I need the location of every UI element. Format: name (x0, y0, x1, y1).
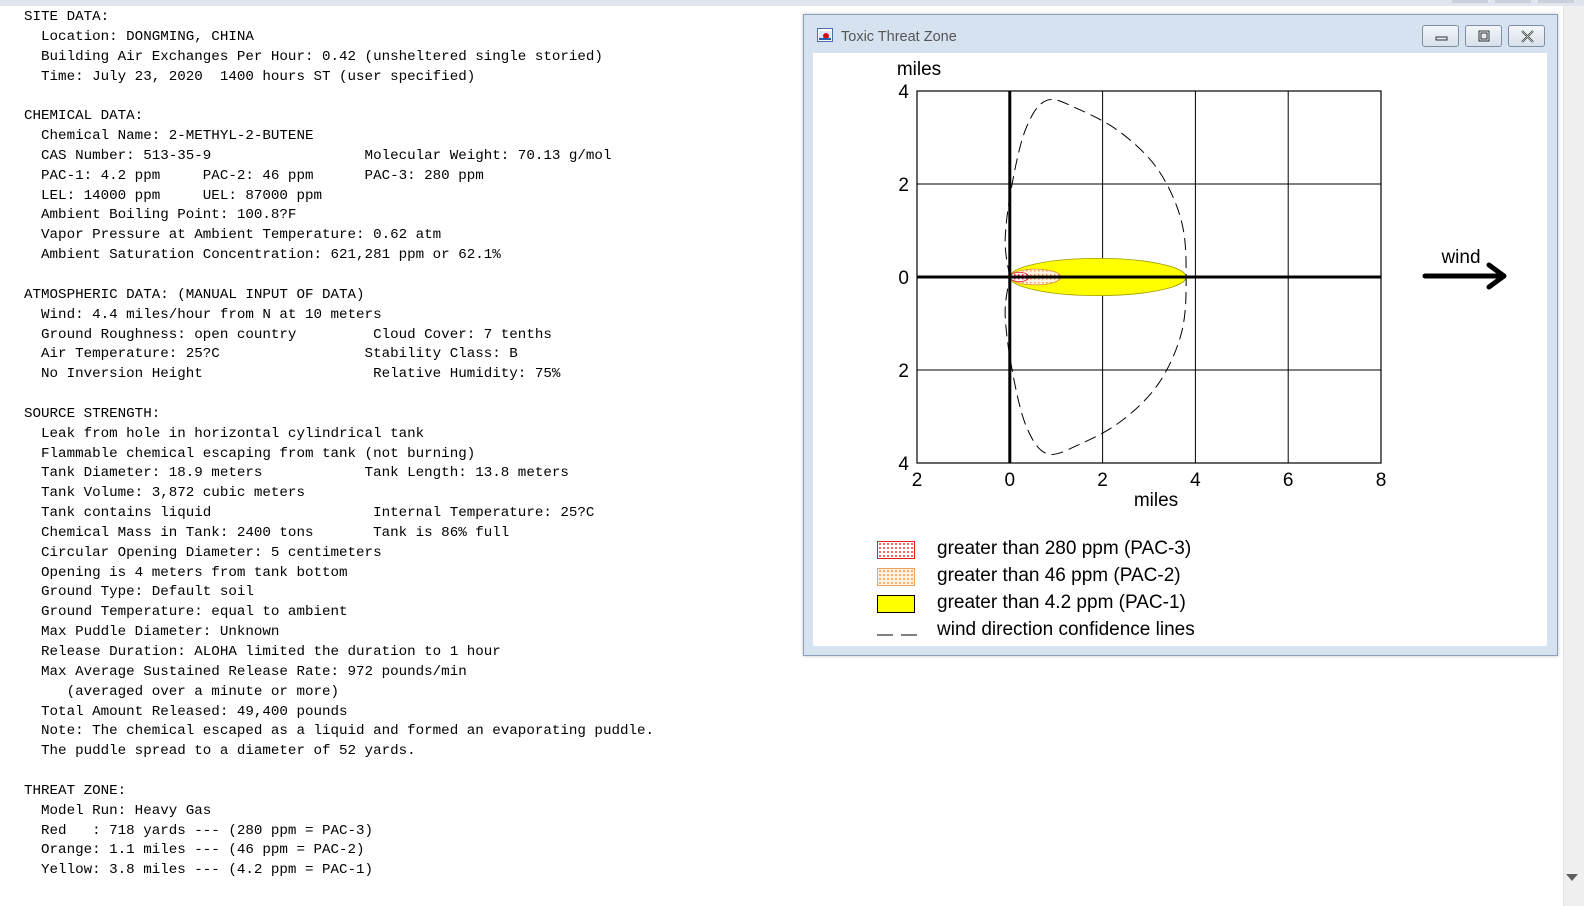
y-axis-unit-label: miles (897, 59, 941, 80)
report-line: Leak from hole in horizontal cylindrical… (24, 425, 425, 442)
x-tick-label: 6 (1283, 470, 1294, 491)
legend-color-swatch (877, 595, 915, 613)
y-tick-label: 0 (898, 268, 909, 289)
legend-dashed-swatch (877, 622, 917, 640)
legend-label: wind direction confidence lines (937, 619, 1195, 640)
report-line: Opening is 4 meters from tank bottom (24, 564, 348, 581)
app-icon (817, 28, 833, 42)
report-line: THREAT ZONE: (24, 782, 127, 799)
legend-label: greater than 46 ppm (PAC-2) (937, 565, 1181, 586)
report-line: Tank Volume: 3,872 cubic meters (24, 485, 305, 502)
legend-color-swatch (877, 541, 915, 559)
report-line: Chemical Name: 2-METHYL-2-BUTENE (24, 128, 314, 145)
minimize-button[interactable] (1422, 25, 1459, 47)
report-line: LEL: 14000 ppm UEL: 87000 ppm (24, 187, 322, 204)
wind-arrow-icon (1422, 262, 1507, 290)
report-line: Model Run: Heavy Gas (24, 802, 212, 819)
y-tick-label: 4 (898, 454, 909, 475)
x-tick-label: 0 (1005, 470, 1016, 491)
vertical-scrollbar[interactable] (1563, 6, 1584, 906)
close-icon (1521, 30, 1534, 43)
toxic-threat-zone-window: Toxic Threat Zone 2 0 2 4 6 8 4 2 0 2 4 miles miles w… (803, 14, 1558, 656)
report-line: Chemical Mass in Tank: 2400 tons Tank is… (24, 524, 510, 541)
top-minimize-button[interactable] (1452, 0, 1488, 3)
report-line: Air Temperature: 25?C Stability Class: B (24, 346, 518, 363)
report-line (24, 385, 654, 405)
report-line: Release Duration: ALOHA limited the dura… (24, 644, 501, 660)
scroll-down-arrow-icon[interactable] (1566, 874, 1578, 881)
top-close-button[interactable] (1538, 0, 1574, 3)
y-tick-label: 2 (898, 361, 909, 382)
restore-icon (1478, 30, 1490, 42)
report-line: SOURCE STRENGTH: (24, 405, 161, 422)
x-axis-unit-label: miles (1134, 490, 1178, 511)
close-button[interactable] (1508, 25, 1545, 47)
report-line: Time: July 23, 2020 1400 hours ST (user … (24, 68, 476, 85)
x-tick-label: 4 (1190, 470, 1201, 491)
text-summary-report: SITE DATA: Location: DONGMING, CHINA Bui… (24, 8, 654, 881)
report-line: Ground Temperature: equal to ambient (24, 604, 348, 621)
window-title: Toxic Threat Zone (841, 29, 957, 45)
report-line: Tank Diameter: 18.9 meters Tank Length: … (24, 465, 569, 482)
report-line: Circular Opening Diameter: 5 centimeters (24, 544, 382, 561)
report-line: Red : 718 yards --- (280 ppm = PAC-3) (24, 822, 374, 839)
report-line: Ambient Boiling Point: 100.8?F (24, 207, 297, 224)
report-line: Total Amount Released: 49,400 pounds (24, 703, 348, 720)
report-line: No Inversion Height Relative Humidity: 7… (24, 366, 561, 383)
report-line (24, 87, 654, 107)
report-line: Note: The chemical escaped as a liquid a… (24, 723, 655, 740)
legend-color-swatch (877, 568, 915, 586)
top-restore-button[interactable] (1495, 0, 1531, 3)
x-tick-label: 8 (1376, 470, 1387, 491)
report-line: Yellow: 3.8 miles --- (4.2 ppm = PAC-1) (24, 862, 374, 879)
report-line: Max Puddle Diameter: Unknown (24, 624, 280, 641)
y-tick-label: 2 (898, 175, 909, 196)
report-line: Flammable chemical escaping from tank (n… (24, 445, 476, 462)
x-tick-label: 2 (912, 470, 923, 491)
report-line: Orange: 1.1 miles --- (46 ppm = PAC-2) (24, 842, 365, 859)
window-client-area: 2 0 2 4 6 8 4 2 0 2 4 miles miles wind greater than 2… (813, 53, 1547, 646)
report-line: The puddle spread to a diameter of 52 ya… (24, 743, 416, 760)
report-line: Ground Roughness: open country Cloud Cov… (24, 326, 552, 343)
report-line: ATMOSPHERIC DATA: (MANUAL INPUT OF DATA) (24, 286, 365, 303)
report-line: CHEMICAL DATA: (24, 108, 144, 125)
report-line: Tank contains liquid Internal Temperatur… (24, 505, 595, 522)
minimize-icon (1435, 36, 1448, 41)
dashed-line-icon (877, 634, 917, 636)
report-line: (averaged over a minute or more) (24, 683, 340, 700)
wind-label: wind (1440, 247, 1480, 268)
legend-label: greater than 4.2 ppm (PAC-1) (937, 592, 1186, 613)
report-line: CAS Number: 513-35-9 Molecular Weight: 7… (24, 147, 612, 164)
report-line: PAC-1: 4.2 ppm PAC-2: 46 ppm PAC-3: 280 … (24, 167, 484, 184)
x-tick-label: 2 (1097, 470, 1108, 491)
report-line (24, 762, 654, 782)
report-line: Location: DONGMING, CHINA (24, 28, 254, 45)
report-line: Max Average Sustained Release Rate: 972 … (24, 663, 467, 680)
top-edge-strip (0, 0, 1584, 6)
y-tick-label: 4 (898, 82, 909, 103)
report-line: Building Air Exchanges Per Hour: 0.42 (u… (24, 48, 603, 65)
report-line (24, 266, 654, 286)
report-line: Vapor Pressure at Ambient Temperature: 0… (24, 227, 442, 244)
restore-button[interactable] (1465, 25, 1502, 47)
legend-label: greater than 280 ppm (PAC-3) (937, 538, 1192, 559)
report-line: SITE DATA: (24, 9, 110, 25)
report-line: Ambient Saturation Concentration: 621,28… (24, 247, 501, 264)
report-line: Wind: 4.4 miles/hour from N at 10 meters (24, 306, 382, 323)
window-titlebar[interactable]: Toxic Threat Zone (804, 15, 1557, 53)
report-line: Ground Type: Default soil (24, 584, 254, 601)
